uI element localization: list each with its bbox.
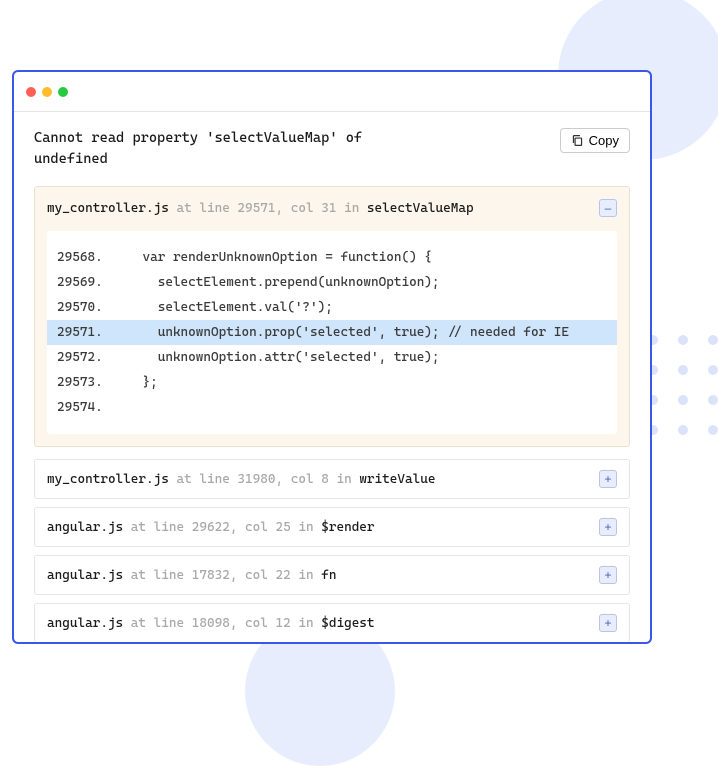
copy-button-label: Copy [589, 133, 619, 148]
window-titlebar [14, 72, 650, 112]
expand-button[interactable]: + [599, 470, 617, 488]
frame-file: angular.js [47, 520, 123, 535]
expand-button[interactable]: + [599, 518, 617, 536]
collapse-button[interactable]: – [599, 199, 617, 217]
error-header: Cannot read property 'selectValueMap' of… [34, 128, 630, 170]
stack-frame-collapsed: my_controller.js at line 31980, col 8 in… [34, 459, 630, 499]
line-number: 29568. [57, 250, 112, 265]
line-number: 29571. [57, 325, 112, 340]
stack-frame-collapsed: angular.js at line 29622, col 25 in $ren… [34, 507, 630, 547]
frame-location: at line 17832, col 22 in [123, 568, 321, 583]
line-number: 29570. [57, 300, 112, 315]
decorative-dots [648, 335, 718, 455]
stack-frames: my_controller.js at line 29571, col 31 i… [34, 186, 630, 642]
line-number: 29569. [57, 275, 112, 290]
frame-file: angular.js [47, 616, 123, 631]
line-number: 29574. [57, 400, 112, 415]
stack-frame-collapsed: angular.js at line 18098, col 12 in $dig… [34, 603, 630, 642]
frame-function: writeValue [359, 472, 435, 487]
frame-location: at line 18098, col 12 in [123, 616, 321, 631]
copy-button[interactable]: Copy [560, 128, 630, 153]
code-block: 29568. var renderUnknownOption = functio… [47, 231, 617, 434]
line-text: unknownOption.attr('selected', true); [112, 350, 440, 365]
expand-button[interactable]: + [599, 566, 617, 584]
code-line: 29569. selectElement.prepend(unknownOpti… [47, 270, 617, 295]
frame-location: at line 29571, col 31 in [169, 201, 367, 216]
frame-file: my_controller.js [47, 472, 169, 487]
frame-header: my_controller.js at line 29571, col 31 i… [47, 199, 617, 217]
copy-icon [571, 134, 584, 147]
frame-file: my_controller.js [47, 201, 169, 216]
code-line-highlighted: 29571. unknownOption.prop('selected', tr… [47, 320, 617, 345]
line-number: 29573. [57, 375, 112, 390]
frame-function: $digest [321, 616, 374, 631]
frame-function: selectValueMap [367, 201, 474, 216]
app-window: Cannot read property 'selectValueMap' of… [12, 70, 652, 644]
window-content: Cannot read property 'selectValueMap' of… [14, 112, 650, 642]
line-text: var renderUnknownOption = function() { [112, 250, 432, 265]
stack-frame-collapsed: angular.js at line 17832, col 22 in fn + [34, 555, 630, 595]
error-message: Cannot read property 'selectValueMap' of… [34, 128, 414, 170]
code-line: 29574. [47, 395, 617, 420]
frame-location: at line 29622, col 25 in [123, 520, 321, 535]
line-text: selectElement.prepend(unknownOption); [112, 275, 440, 290]
code-line: 29573. }; [47, 370, 617, 395]
maximize-icon[interactable] [58, 87, 68, 97]
frame-function: $render [321, 520, 374, 535]
code-line: 29570. selectElement.val('?'); [47, 295, 617, 320]
frame-location: at line 31980, col 8 in [169, 472, 359, 487]
stack-frame-expanded: my_controller.js at line 29571, col 31 i… [34, 186, 630, 447]
code-line: 29568. var renderUnknownOption = functio… [47, 245, 617, 270]
expand-button[interactable]: + [599, 614, 617, 632]
frame-function: fn [321, 568, 336, 583]
line-text: unknownOption.prop('selected', true); //… [112, 325, 569, 340]
line-number: 29572. [57, 350, 112, 365]
close-icon[interactable] [26, 87, 36, 97]
minimize-icon[interactable] [42, 87, 52, 97]
line-text: }; [112, 375, 158, 390]
frame-file: angular.js [47, 568, 123, 583]
code-line: 29572. unknownOption.attr('selected', tr… [47, 345, 617, 370]
line-text: selectElement.val('?'); [112, 300, 333, 315]
